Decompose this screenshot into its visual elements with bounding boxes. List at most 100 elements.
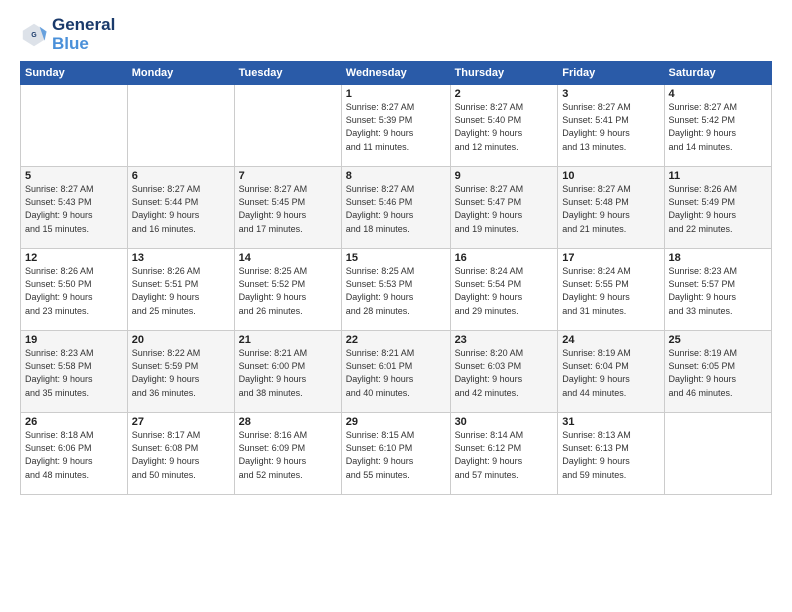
day-number: 30 — [455, 416, 554, 428]
calendar-cell: 17Sunrise: 8:24 AM Sunset: 5:55 PM Dayli… — [558, 249, 664, 331]
weekday-header: Saturday — [664, 62, 771, 85]
day-info: Sunrise: 8:25 AM Sunset: 5:53 PM Dayligh… — [346, 265, 446, 317]
calendar-cell — [21, 85, 128, 167]
day-number: 4 — [669, 88, 767, 100]
day-info: Sunrise: 8:21 AM Sunset: 6:00 PM Dayligh… — [239, 347, 337, 399]
logo: G General Blue — [20, 16, 115, 53]
calendar-cell — [127, 85, 234, 167]
calendar-cell: 4Sunrise: 8:27 AM Sunset: 5:42 PM Daylig… — [664, 85, 771, 167]
day-number: 28 — [239, 416, 337, 428]
calendar-cell: 16Sunrise: 8:24 AM Sunset: 5:54 PM Dayli… — [450, 249, 558, 331]
calendar-cell: 22Sunrise: 8:21 AM Sunset: 6:01 PM Dayli… — [341, 331, 450, 413]
calendar-cell: 23Sunrise: 8:20 AM Sunset: 6:03 PM Dayli… — [450, 331, 558, 413]
day-info: Sunrise: 8:20 AM Sunset: 6:03 PM Dayligh… — [455, 347, 554, 399]
day-info: Sunrise: 8:22 AM Sunset: 5:59 PM Dayligh… — [132, 347, 230, 399]
calendar-week-row: 5Sunrise: 8:27 AM Sunset: 5:43 PM Daylig… — [21, 167, 772, 249]
calendar-cell: 11Sunrise: 8:26 AM Sunset: 5:49 PM Dayli… — [664, 167, 771, 249]
day-info: Sunrise: 8:23 AM Sunset: 5:57 PM Dayligh… — [669, 265, 767, 317]
day-number: 5 — [25, 170, 123, 182]
header: G General Blue — [20, 16, 772, 53]
day-info: Sunrise: 8:13 AM Sunset: 6:13 PM Dayligh… — [562, 429, 659, 481]
day-info: Sunrise: 8:27 AM Sunset: 5:42 PM Dayligh… — [669, 101, 767, 153]
page: G General Blue SundayMondayTuesdayWednes… — [0, 0, 792, 612]
calendar-cell: 13Sunrise: 8:26 AM Sunset: 5:51 PM Dayli… — [127, 249, 234, 331]
day-number: 19 — [25, 334, 123, 346]
day-info: Sunrise: 8:27 AM Sunset: 5:40 PM Dayligh… — [455, 101, 554, 153]
weekday-header: Wednesday — [341, 62, 450, 85]
day-info: Sunrise: 8:27 AM Sunset: 5:45 PM Dayligh… — [239, 183, 337, 235]
calendar-cell: 14Sunrise: 8:25 AM Sunset: 5:52 PM Dayli… — [234, 249, 341, 331]
day-info: Sunrise: 8:27 AM Sunset: 5:46 PM Dayligh… — [346, 183, 446, 235]
day-number: 22 — [346, 334, 446, 346]
day-info: Sunrise: 8:24 AM Sunset: 5:55 PM Dayligh… — [562, 265, 659, 317]
calendar-cell: 26Sunrise: 8:18 AM Sunset: 6:06 PM Dayli… — [21, 413, 128, 495]
calendar-cell: 18Sunrise: 8:23 AM Sunset: 5:57 PM Dayli… — [664, 249, 771, 331]
day-info: Sunrise: 8:23 AM Sunset: 5:58 PM Dayligh… — [25, 347, 123, 399]
calendar-cell: 5Sunrise: 8:27 AM Sunset: 5:43 PM Daylig… — [21, 167, 128, 249]
calendar-cell: 19Sunrise: 8:23 AM Sunset: 5:58 PM Dayli… — [21, 331, 128, 413]
calendar-week-row: 12Sunrise: 8:26 AM Sunset: 5:50 PM Dayli… — [21, 249, 772, 331]
calendar-cell: 25Sunrise: 8:19 AM Sunset: 6:05 PM Dayli… — [664, 331, 771, 413]
day-info: Sunrise: 8:26 AM Sunset: 5:50 PM Dayligh… — [25, 265, 123, 317]
day-info: Sunrise: 8:24 AM Sunset: 5:54 PM Dayligh… — [455, 265, 554, 317]
calendar-cell: 8Sunrise: 8:27 AM Sunset: 5:46 PM Daylig… — [341, 167, 450, 249]
day-info: Sunrise: 8:26 AM Sunset: 5:49 PM Dayligh… — [669, 183, 767, 235]
weekday-header: Friday — [558, 62, 664, 85]
day-number: 25 — [669, 334, 767, 346]
day-info: Sunrise: 8:18 AM Sunset: 6:06 PM Dayligh… — [25, 429, 123, 481]
day-info: Sunrise: 8:27 AM Sunset: 5:48 PM Dayligh… — [562, 183, 659, 235]
svg-text:G: G — [31, 32, 37, 39]
calendar-cell: 15Sunrise: 8:25 AM Sunset: 5:53 PM Dayli… — [341, 249, 450, 331]
day-info: Sunrise: 8:27 AM Sunset: 5:43 PM Dayligh… — [25, 183, 123, 235]
day-info: Sunrise: 8:19 AM Sunset: 6:05 PM Dayligh… — [669, 347, 767, 399]
day-number: 29 — [346, 416, 446, 428]
day-number: 12 — [25, 252, 123, 264]
calendar-table: SundayMondayTuesdayWednesdayThursdayFrid… — [20, 61, 772, 495]
logo-text: General Blue — [52, 16, 115, 53]
calendar-cell — [664, 413, 771, 495]
calendar-cell: 7Sunrise: 8:27 AM Sunset: 5:45 PM Daylig… — [234, 167, 341, 249]
day-info: Sunrise: 8:21 AM Sunset: 6:01 PM Dayligh… — [346, 347, 446, 399]
calendar-cell: 21Sunrise: 8:21 AM Sunset: 6:00 PM Dayli… — [234, 331, 341, 413]
calendar-week-row: 19Sunrise: 8:23 AM Sunset: 5:58 PM Dayli… — [21, 331, 772, 413]
weekday-header: Thursday — [450, 62, 558, 85]
calendar-cell: 1Sunrise: 8:27 AM Sunset: 5:39 PM Daylig… — [341, 85, 450, 167]
day-number: 17 — [562, 252, 659, 264]
day-number: 26 — [25, 416, 123, 428]
weekday-header: Monday — [127, 62, 234, 85]
day-info: Sunrise: 8:27 AM Sunset: 5:39 PM Dayligh… — [346, 101, 446, 153]
day-info: Sunrise: 8:26 AM Sunset: 5:51 PM Dayligh… — [132, 265, 230, 317]
calendar-cell: 27Sunrise: 8:17 AM Sunset: 6:08 PM Dayli… — [127, 413, 234, 495]
day-number: 10 — [562, 170, 659, 182]
day-number: 16 — [455, 252, 554, 264]
calendar-cell: 12Sunrise: 8:26 AM Sunset: 5:50 PM Dayli… — [21, 249, 128, 331]
day-number: 13 — [132, 252, 230, 264]
calendar-week-row: 1Sunrise: 8:27 AM Sunset: 5:39 PM Daylig… — [21, 85, 772, 167]
weekday-header: Tuesday — [234, 62, 341, 85]
day-info: Sunrise: 8:14 AM Sunset: 6:12 PM Dayligh… — [455, 429, 554, 481]
day-info: Sunrise: 8:17 AM Sunset: 6:08 PM Dayligh… — [132, 429, 230, 481]
calendar-cell: 2Sunrise: 8:27 AM Sunset: 5:40 PM Daylig… — [450, 85, 558, 167]
day-number: 14 — [239, 252, 337, 264]
day-info: Sunrise: 8:27 AM Sunset: 5:41 PM Dayligh… — [562, 101, 659, 153]
day-number: 27 — [132, 416, 230, 428]
calendar-cell: 31Sunrise: 8:13 AM Sunset: 6:13 PM Dayli… — [558, 413, 664, 495]
calendar-cell: 29Sunrise: 8:15 AM Sunset: 6:10 PM Dayli… — [341, 413, 450, 495]
calendar-cell — [234, 85, 341, 167]
day-info: Sunrise: 8:15 AM Sunset: 6:10 PM Dayligh… — [346, 429, 446, 481]
day-info: Sunrise: 8:19 AM Sunset: 6:04 PM Dayligh… — [562, 347, 659, 399]
calendar-cell: 9Sunrise: 8:27 AM Sunset: 5:47 PM Daylig… — [450, 167, 558, 249]
day-number: 24 — [562, 334, 659, 346]
day-number: 21 — [239, 334, 337, 346]
day-number: 11 — [669, 170, 767, 182]
calendar-cell: 24Sunrise: 8:19 AM Sunset: 6:04 PM Dayli… — [558, 331, 664, 413]
calendar-cell: 6Sunrise: 8:27 AM Sunset: 5:44 PM Daylig… — [127, 167, 234, 249]
calendar-cell: 20Sunrise: 8:22 AM Sunset: 5:59 PM Dayli… — [127, 331, 234, 413]
weekday-header: Sunday — [21, 62, 128, 85]
logo-icon: G — [20, 21, 48, 49]
calendar-week-row: 26Sunrise: 8:18 AM Sunset: 6:06 PM Dayli… — [21, 413, 772, 495]
day-info: Sunrise: 8:16 AM Sunset: 6:09 PM Dayligh… — [239, 429, 337, 481]
weekday-header-row: SundayMondayTuesdayWednesdayThursdayFrid… — [21, 62, 772, 85]
day-number: 20 — [132, 334, 230, 346]
calendar-cell: 30Sunrise: 8:14 AM Sunset: 6:12 PM Dayli… — [450, 413, 558, 495]
